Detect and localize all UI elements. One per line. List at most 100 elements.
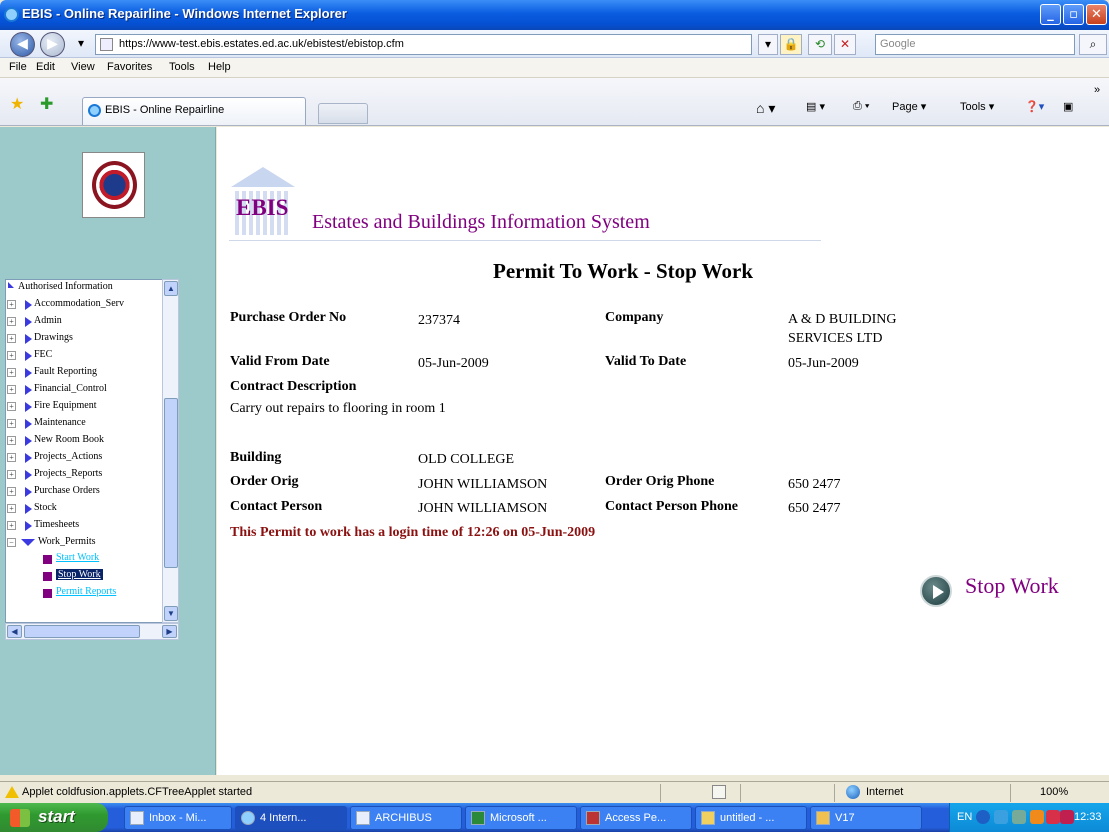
tree-vertical-scrollbar[interactable]: ▲ ▼ bbox=[162, 279, 179, 623]
minimize-button[interactable]: _ bbox=[1040, 4, 1061, 25]
start-work-link[interactable]: Start Work bbox=[56, 552, 99, 563]
scroll-left-icon[interactable]: ◀ bbox=[7, 625, 22, 638]
expand-icon[interactable]: + bbox=[7, 453, 16, 462]
tree-item-label: Projects_Actions bbox=[34, 451, 103, 462]
play-arrow-icon bbox=[920, 575, 952, 607]
scroll-right-icon[interactable]: ▶ bbox=[162, 625, 177, 638]
page-menu[interactable]: Page ▾ bbox=[892, 100, 926, 113]
menu-favorites[interactable]: Favorites bbox=[107, 61, 152, 73]
address-bar: ◀ ▶ ▾ https://www-test.ebis.estates.ed.a… bbox=[0, 30, 1109, 58]
language-indicator[interactable]: EN bbox=[957, 811, 972, 823]
expand-icon[interactable]: + bbox=[7, 317, 16, 326]
task-archibus[interactable]: ARCHIBUS bbox=[350, 806, 462, 830]
sidebar: Authorised Information + Accommodation_Se… bbox=[0, 127, 216, 775]
tree-item-label: Fire Equipment bbox=[34, 400, 97, 411]
new-tab-button[interactable] bbox=[318, 103, 368, 124]
chevron-more-icon[interactable]: » bbox=[1094, 84, 1100, 96]
start-label: start bbox=[38, 807, 75, 826]
task-access[interactable]: Access Pe... bbox=[580, 806, 692, 830]
contact-phone-value: 650 2477 bbox=[788, 501, 841, 516]
tree-item-label: Accommodation_Serv bbox=[34, 298, 124, 309]
menu-tools[interactable]: Tools bbox=[169, 61, 195, 73]
expand-icon[interactable]: + bbox=[7, 334, 16, 343]
tools-menu[interactable]: Tools ▾ bbox=[960, 100, 994, 113]
tree-item-label: FEC bbox=[34, 349, 53, 360]
tree-horizontal-scrollbar[interactable]: ◀ ▶ bbox=[5, 623, 179, 640]
menu-edit[interactable]: Edit bbox=[36, 61, 55, 73]
scroll-up-icon[interactable]: ▲ bbox=[164, 281, 178, 296]
paint-icon bbox=[701, 811, 715, 825]
tree-item-label: Drawings bbox=[34, 332, 73, 343]
tree-item-label: Admin bbox=[34, 315, 62, 326]
scroll-down-icon[interactable]: ▼ bbox=[164, 606, 178, 621]
task-untitled[interactable]: untitled - ... bbox=[695, 806, 807, 830]
expand-icon[interactable]: + bbox=[7, 402, 16, 411]
close-button[interactable]: ✕ bbox=[1086, 4, 1107, 25]
zoom-level[interactable]: 100% bbox=[1040, 786, 1068, 798]
task-microsoft[interactable]: Microsoft ... bbox=[465, 806, 577, 830]
university-seal-icon bbox=[92, 161, 137, 209]
expand-icon[interactable]: + bbox=[7, 436, 16, 445]
network-icon[interactable] bbox=[994, 810, 1008, 824]
expand-icon[interactable]: + bbox=[7, 368, 16, 377]
search-input[interactable]: Google bbox=[875, 34, 1075, 55]
stop-icon[interactable]: ✕ bbox=[834, 34, 856, 55]
refresh-icon[interactable]: ⟲ bbox=[808, 34, 832, 55]
status-divider bbox=[740, 784, 741, 802]
tray-v-icon[interactable] bbox=[1046, 810, 1060, 824]
expand-icon[interactable]: + bbox=[7, 385, 16, 394]
expand-icon[interactable]: + bbox=[7, 470, 16, 479]
search-icon[interactable]: ⌕ bbox=[1079, 34, 1107, 55]
purchase-order-value: 237374 bbox=[418, 313, 460, 328]
maximize-button[interactable]: ▫ bbox=[1063, 4, 1084, 25]
scroll-thumb[interactable] bbox=[164, 398, 178, 568]
forward-button[interactable]: ▶ bbox=[40, 32, 65, 57]
permit-reports-link[interactable]: Permit Reports bbox=[56, 586, 116, 597]
header-divider bbox=[229, 240, 821, 241]
back-button[interactable]: ◀ bbox=[10, 32, 35, 57]
history-dropdown[interactable]: ▾ bbox=[72, 34, 90, 55]
expand-icon[interactable]: + bbox=[7, 351, 16, 360]
lock-icon[interactable]: 🔒 bbox=[780, 34, 802, 55]
help-icon[interactable]: ❓▾ bbox=[1025, 100, 1044, 113]
stop-work-link[interactable]: Stop Work bbox=[56, 569, 103, 580]
expand-icon[interactable]: + bbox=[7, 504, 16, 513]
start-button[interactable]: start bbox=[0, 803, 108, 832]
folder-arrow-icon bbox=[25, 453, 32, 463]
collapse-icon[interactable]: − bbox=[7, 538, 16, 547]
contact-phone-label: Contact Person Phone bbox=[605, 499, 738, 514]
security-tray-icon[interactable] bbox=[1012, 810, 1026, 824]
menu-help[interactable]: Help bbox=[208, 61, 231, 73]
task-v17[interactable]: V17 bbox=[810, 806, 922, 830]
home-icon[interactable]: ⌂ ▾ bbox=[756, 100, 775, 117]
tray-arrow-icon[interactable] bbox=[976, 810, 990, 824]
add-favorites-icon[interactable]: ✚ bbox=[40, 94, 53, 114]
windows-logo-icon bbox=[10, 809, 30, 827]
research-icon[interactable]: ▣ bbox=[1063, 100, 1073, 113]
menu-view[interactable]: View bbox=[71, 61, 95, 73]
tray-app-icon[interactable] bbox=[1030, 810, 1044, 824]
favorites-star-icon[interactable]: ★ bbox=[10, 94, 24, 114]
feeds-icon[interactable]: ▤ ▾ bbox=[806, 100, 825, 113]
expand-icon[interactable]: + bbox=[7, 487, 16, 496]
page-icon bbox=[100, 38, 113, 51]
expand-icon[interactable]: + bbox=[7, 521, 16, 530]
logo-roof bbox=[231, 167, 295, 187]
tray-k-icon[interactable] bbox=[1060, 810, 1074, 824]
task-inbox[interactable]: Inbox - Mi... bbox=[124, 806, 232, 830]
expand-icon[interactable]: + bbox=[7, 300, 16, 309]
task-internet-explorer[interactable]: 4 Intern... bbox=[235, 806, 347, 830]
menu-file[interactable]: File bbox=[9, 61, 27, 73]
print-icon[interactable]: ⎙ ▾ bbox=[853, 100, 869, 113]
scroll-thumb[interactable] bbox=[24, 625, 140, 638]
popup-blocker-icon[interactable] bbox=[712, 785, 726, 799]
clock: 12:33 bbox=[1074, 811, 1102, 823]
expand-icon[interactable]: + bbox=[7, 419, 16, 428]
valid-to-label: Valid To Date bbox=[605, 354, 687, 369]
tab-ebis[interactable]: EBIS - Online Repairline bbox=[82, 97, 306, 125]
url-field[interactable]: https://www-test.ebis.estates.ed.ac.uk/e… bbox=[95, 34, 752, 55]
tree-item-label: Timesheets bbox=[34, 519, 80, 530]
task-label: ARCHIBUS bbox=[375, 812, 432, 824]
url-dropdown[interactable]: ▾ bbox=[758, 34, 778, 55]
folder-arrow-icon bbox=[25, 402, 32, 412]
